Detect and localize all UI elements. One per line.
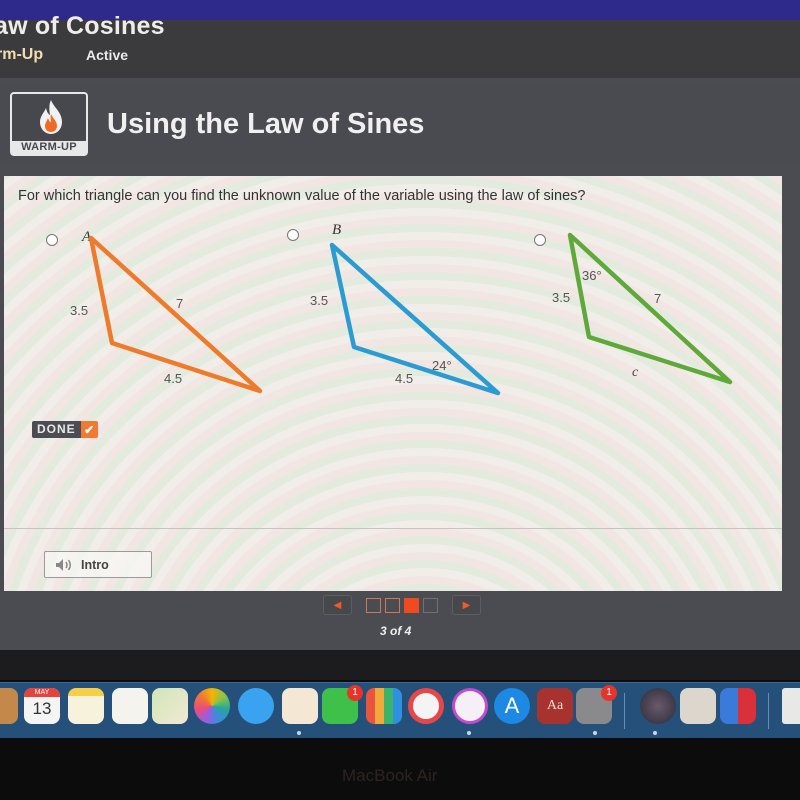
page-dot-3[interactable]	[404, 597, 419, 613]
dock-preview-icon[interactable]	[680, 688, 716, 724]
dock-app-store-icon[interactable]: A	[494, 688, 530, 724]
dock-photos-icon[interactable]	[194, 688, 230, 724]
warm-up-badge: WARM-UP	[10, 92, 88, 156]
calendar-day: 13	[32, 699, 52, 718]
dock-installer-icon[interactable]	[640, 688, 676, 724]
dock-folder-icon[interactable]	[0, 688, 18, 724]
pager: ◀ ▶	[323, 595, 481, 615]
side-label-left: 3.5	[552, 290, 570, 305]
side-label-right: 7	[654, 291, 661, 306]
facetime-badge: 1	[347, 685, 363, 701]
angle-label: 36°	[582, 268, 602, 283]
dock-reminders-icon[interactable]	[112, 688, 148, 724]
speaker-icon	[56, 558, 71, 571]
intro-label: Intro	[81, 557, 109, 572]
screen-bottom-edge	[0, 650, 800, 680]
dock-separator	[624, 693, 625, 729]
triangle-c-shape	[567, 232, 733, 385]
dock-facetime-icon[interactable]: 1	[322, 685, 363, 724]
dock-numbers-icon[interactable]	[366, 688, 402, 724]
dictionary-label: Aa	[546, 698, 564, 713]
done-label: DONE	[32, 421, 81, 438]
dock-separator	[768, 693, 769, 729]
arrow-right-icon: ▶	[462, 599, 471, 611]
preferences-badge: 1	[601, 685, 617, 701]
next-page-button[interactable]: ▶	[452, 595, 481, 615]
arrow-left-icon: ◀	[333, 599, 342, 611]
page-count: 3 of 4	[380, 624, 412, 638]
check-icon: ✔	[80, 421, 98, 438]
dock-running-indicator	[297, 731, 301, 735]
dock-messages-icon[interactable]	[238, 688, 274, 724]
flame-icon	[40, 100, 62, 134]
dock-document-icon[interactable]	[782, 688, 800, 724]
dock-parallels-icon[interactable]	[720, 688, 756, 724]
dock-running-indicator	[653, 731, 657, 735]
side-label-bottom: c	[632, 365, 639, 380]
triangle-c: 36° 3.5 7 c	[552, 232, 733, 385]
dock-system-preferences-icon[interactable]: 1	[576, 685, 617, 724]
dock-maps-icon[interactable]	[152, 688, 188, 724]
panel-divider	[4, 528, 782, 529]
question-panel: For which triangle can you find the unkn…	[4, 176, 782, 591]
page-dot-1[interactable]	[366, 597, 381, 613]
app-header: aw of Cosines rm-Up Active	[0, 12, 800, 78]
dock-running-indicator	[467, 731, 471, 735]
activity-title: Using the Law of Sines	[107, 108, 425, 140]
lesson-title: aw of Cosines	[0, 12, 165, 40]
page-dot-2[interactable]	[385, 597, 400, 613]
intro-button[interactable]: Intro	[44, 551, 152, 578]
page-dot-4[interactable]	[423, 597, 438, 613]
dock-news-icon[interactable]	[408, 688, 444, 724]
done-button[interactable]: DONE ✔	[32, 421, 98, 438]
tab-warm-up[interactable]: rm-Up	[0, 46, 43, 64]
dock-running-indicator	[593, 731, 597, 735]
badge-label: WARM-UP	[12, 141, 86, 154]
dock-dictionary-icon[interactable]: Aa	[537, 688, 573, 724]
tab-active[interactable]: Active	[86, 47, 128, 63]
dock-music-icon[interactable]	[452, 688, 488, 724]
calendar-month: MAY	[24, 688, 60, 697]
dock: MAY 13 1 A Aa 1	[0, 682, 800, 738]
dock-calendar-icon[interactable]: MAY 13	[24, 688, 60, 724]
dock-notes-icon[interactable]	[68, 688, 104, 724]
prev-page-button[interactable]: ◀	[323, 595, 352, 615]
bezel-label: MacBook Air	[342, 766, 438, 785]
dock-pages-icon[interactable]	[282, 688, 318, 724]
